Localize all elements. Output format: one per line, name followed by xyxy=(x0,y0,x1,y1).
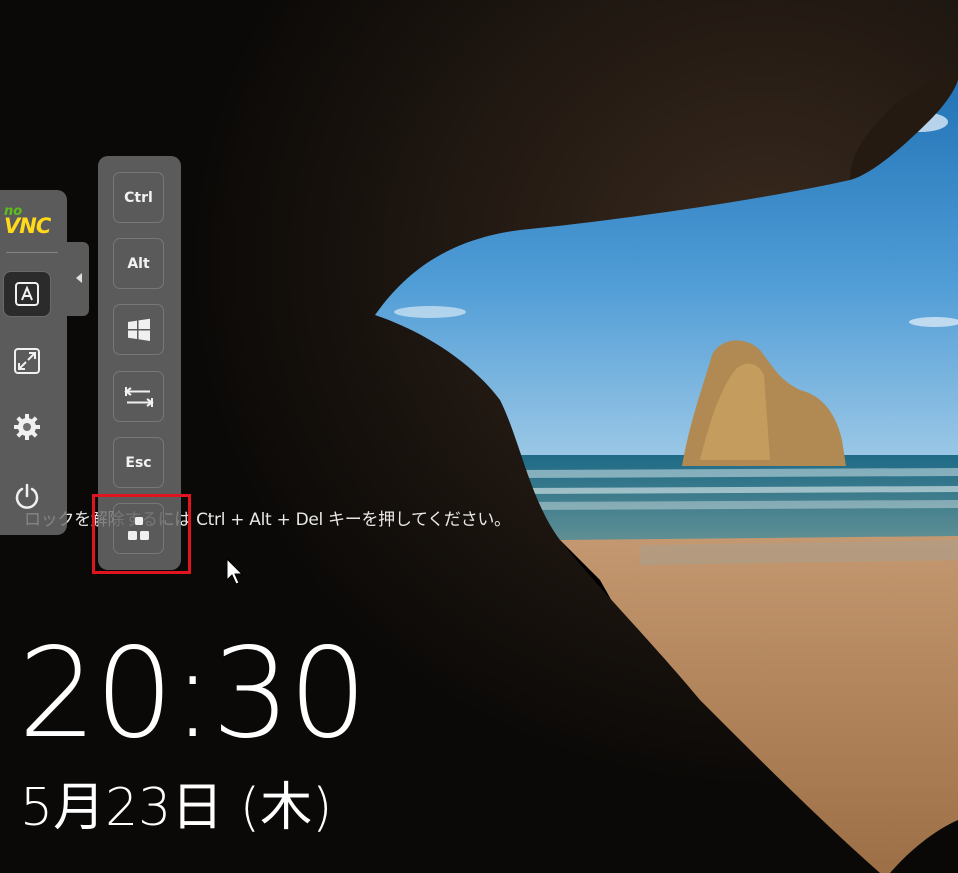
power-button[interactable] xyxy=(3,473,51,519)
esc-key-button[interactable]: Esc xyxy=(113,437,164,488)
ctrl-key-button[interactable]: Ctrl xyxy=(113,172,164,223)
novnc-control-bar: no VNC xyxy=(0,190,67,535)
windows-icon xyxy=(127,318,150,341)
lock-screen-date: 5月23日 (木) xyxy=(20,778,333,838)
settings-button[interactable] xyxy=(3,404,51,450)
logo-vnc-text: VNC xyxy=(4,214,51,238)
power-icon xyxy=(15,483,39,509)
keyboard-button[interactable] xyxy=(3,271,51,317)
tab-icon xyxy=(123,386,154,407)
lock-screen-time: 20:30 xyxy=(18,622,367,766)
keyboard-a-icon xyxy=(15,282,39,306)
gear-icon xyxy=(14,414,40,440)
collapse-arrow-icon xyxy=(76,273,82,283)
fullscreen-icon xyxy=(14,348,40,374)
mouse-cursor-icon xyxy=(226,558,244,585)
logo-divider xyxy=(6,252,58,253)
novnc-logo: no VNC xyxy=(2,204,60,238)
highlight-box xyxy=(92,494,191,574)
tab-key-button[interactable] xyxy=(113,371,164,422)
windows-key-button[interactable] xyxy=(113,304,164,355)
alt-key-button[interactable]: Alt xyxy=(113,238,164,289)
fullscreen-button[interactable] xyxy=(3,338,51,384)
